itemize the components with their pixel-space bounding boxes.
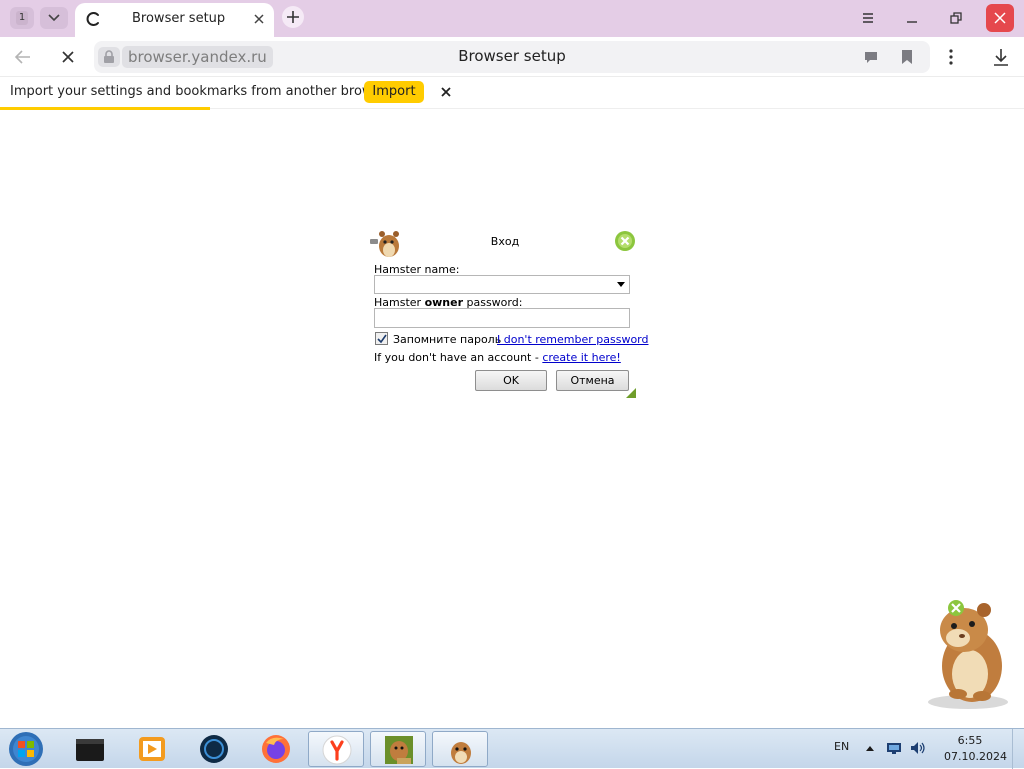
yandex-browser-icon (322, 735, 352, 765)
taskbar-hamster[interactable] (432, 731, 488, 767)
show-desktop-button[interactable] (1012, 729, 1024, 769)
downloads-icon[interactable] (990, 46, 1012, 68)
import-notification-bar: Import your settings and bookmarks from … (0, 77, 1024, 109)
clock-time: 6:55 (957, 734, 983, 747)
firefox-icon (262, 735, 290, 763)
terminal-icon (76, 739, 104, 761)
browser-menu-button[interactable] (854, 5, 882, 31)
address-bar[interactable]: browser.yandex.ru Browser setup (94, 41, 930, 73)
hamster-name-combobox[interactable] (374, 275, 630, 294)
dialog-close-icon[interactable] (614, 230, 636, 252)
taskbar-terminal[interactable] (62, 731, 118, 767)
minimize-button[interactable] (898, 5, 926, 31)
tab-counter-button[interactable]: 1 (10, 7, 34, 29)
chevron-down-icon (48, 14, 60, 22)
input-language-indicator[interactable]: EN (834, 740, 849, 753)
browser-dark-icon (200, 735, 228, 763)
close-tab-icon[interactable] (251, 11, 267, 27)
close-icon (994, 12, 1006, 24)
bookmark-icon[interactable] (899, 49, 915, 65)
clock[interactable]: 6:55 07.10.2024 (944, 733, 1007, 765)
cancel-button[interactable]: Отмена (556, 370, 629, 391)
taskbar-hamster-box[interactable] (370, 731, 426, 767)
hamster-box-icon (385, 736, 413, 764)
tab-strip: 1 Browser setup (0, 0, 1024, 37)
owner-password-field[interactable] (374, 308, 630, 328)
dropdown-arrow-icon[interactable] (617, 282, 625, 287)
dialog-title: Вход (490, 235, 520, 248)
page-title: Browser setup (458, 47, 566, 65)
tab-title: Browser setup (132, 11, 226, 26)
back-arrow-icon[interactable] (12, 46, 34, 68)
taskbar-media-player[interactable] (124, 731, 180, 767)
tab-counter-value: 1 (16, 11, 28, 25)
tab-list-button[interactable] (40, 7, 68, 29)
active-tab[interactable]: Browser setup (75, 3, 274, 37)
close-window-button[interactable] (986, 4, 1014, 32)
remember-password-label: Запомните пароль (393, 333, 502, 346)
chat-icon[interactable] (863, 49, 879, 65)
network-icon[interactable] (886, 741, 902, 755)
hamster-mascot-icon[interactable] (918, 594, 1014, 712)
hamster-logo-icon (370, 231, 399, 257)
create-account-link[interactable]: create it here! (542, 351, 620, 364)
clock-date: 07.10.2024 (944, 750, 1007, 763)
plus-icon (287, 11, 299, 23)
start-menu-icon[interactable] (6, 730, 46, 768)
close-infobar-icon[interactable] (440, 86, 452, 98)
taskbar-firefox[interactable] (248, 731, 304, 767)
show-hidden-icons-icon[interactable] (862, 741, 878, 755)
restore-button[interactable] (942, 5, 970, 31)
taskbar-dark-browser[interactable] (186, 731, 242, 767)
navigation-bar: browser.yandex.ru Browser setup (0, 37, 1024, 77)
import-button[interactable]: Import (364, 81, 424, 103)
page-load-progress (0, 107, 210, 110)
restore-icon (950, 12, 962, 24)
login-dialog: Вход Hamster name: Hamster owner passwor… (368, 226, 649, 402)
hamster-icon (451, 742, 471, 764)
more-options-icon[interactable] (944, 46, 958, 68)
new-tab-button[interactable] (282, 6, 304, 28)
checkmark-icon (377, 334, 387, 344)
resize-grip-icon[interactable] (626, 388, 636, 398)
taskbar-yandex-browser[interactable] (308, 731, 364, 767)
stop-loading-icon[interactable] (57, 46, 79, 68)
forgot-password-link[interactable]: I don't remember password (497, 333, 649, 346)
import-message: Import your settings and bookmarks from … (10, 84, 396, 99)
remember-password-checkbox[interactable] (375, 332, 388, 345)
loading-spinner-icon (86, 12, 99, 26)
volume-icon[interactable] (910, 741, 926, 755)
taskbar: EN 6:55 07.10.2024 (0, 728, 1024, 769)
ok-button[interactable]: OK (475, 370, 547, 391)
minimize-icon (907, 21, 917, 23)
hamburger-icon (863, 13, 873, 23)
media-player-icon (139, 737, 165, 761)
no-account-text: If you don't have an account - create it… (374, 351, 621, 364)
